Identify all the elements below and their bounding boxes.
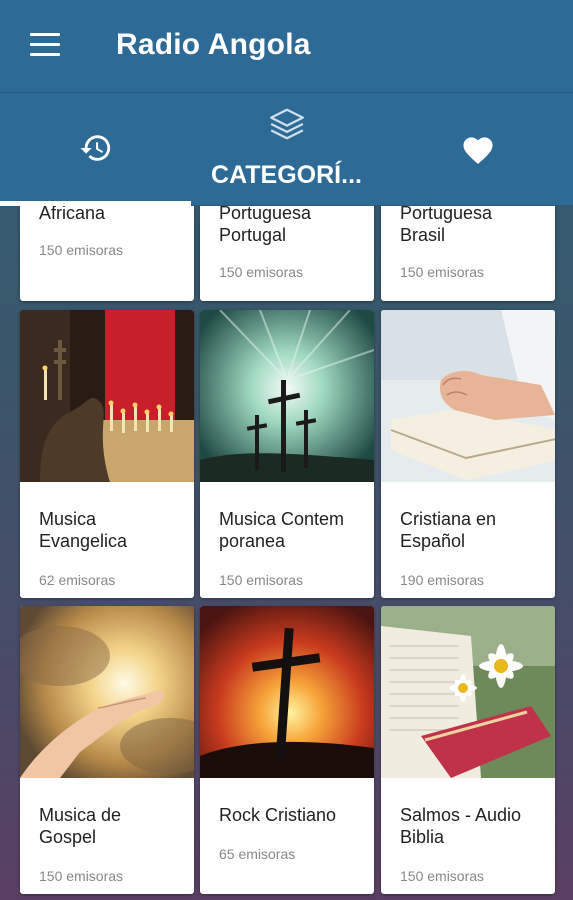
category-card-cristiana-en-espanol[interactable]: Cristiana en Español 190 emisoras [381,310,555,598]
layers-icon [270,108,304,140]
category-count: 190 emisoras [400,572,485,588]
category-count: 150 emisoras [400,264,485,280]
category-name: Africana [39,206,106,223]
category-name: Musica Contem poranea [219,509,345,551]
category-count: 150 emisoras [219,264,304,280]
tab-bar: CATEGORÍ... [0,92,573,206]
category-card-rock-cristiano[interactable]: Rock Cristiano 65 emisoras [200,606,374,894]
category-name: Cristiana en Español [400,509,497,551]
category-name: Rock Cristiano [219,805,337,825]
heart-icon [463,137,493,165]
menu-icon[interactable] [30,33,60,57]
app-title: Radio Angola [116,28,311,61]
tab-favorites[interactable] [382,93,573,206]
category-card-musica-evangelica[interactable]: Musica Evangelica 62 emisoras [20,310,194,598]
category-name: Salmos - Audio Biblia [400,805,522,847]
category-name: Portuguesa Brasil [400,206,493,245]
category-count: 150 emisoras [39,868,124,884]
category-name: Musica de Gospel [39,805,122,847]
tab-categories[interactable]: CATEGORÍ... [0,93,382,206]
praying-hands-image [381,310,555,482]
category-count: 150 emisoras [400,868,485,884]
cross-sunset-image [200,606,374,778]
category-card-portuguesa-portugal[interactable]: Portuguesa Portugal 150 emisoras [200,206,374,301]
tab-categories-label: CATEGORÍ... [211,161,362,189]
hand-light-image [20,606,194,778]
category-card-salmos-audio-biblia[interactable]: Salmos - Audio Biblia 150 emisoras [381,606,555,894]
category-card-musica-contemporanea[interactable]: Musica Contem poranea 150 emisoras [200,310,374,598]
category-name: Musica Evangelica [39,509,128,551]
bible-daisies-image [381,606,555,778]
candles-image [20,310,194,482]
category-card-musica-de-gospel[interactable]: Musica de Gospel 150 emisoras [20,606,194,894]
category-card-portuguesa-brasil[interactable]: Portuguesa Brasil 150 emisoras [381,206,555,301]
category-count: 150 emisoras [39,242,124,258]
category-count: 150 emisoras [219,572,304,588]
tab-history[interactable] [0,93,191,206]
category-name: Portuguesa Portugal [219,206,312,245]
app-bar: Radio Angola [0,0,573,92]
crosses-image [200,310,374,482]
category-count: 62 emisoras [39,572,116,588]
category-card-africana[interactable]: Africana 150 emisoras [20,206,194,301]
category-count: 65 emisoras [219,846,296,862]
history-icon [80,135,111,161]
category-grid: Africana 150 emisoras Portuguesa Portuga… [0,206,573,900]
